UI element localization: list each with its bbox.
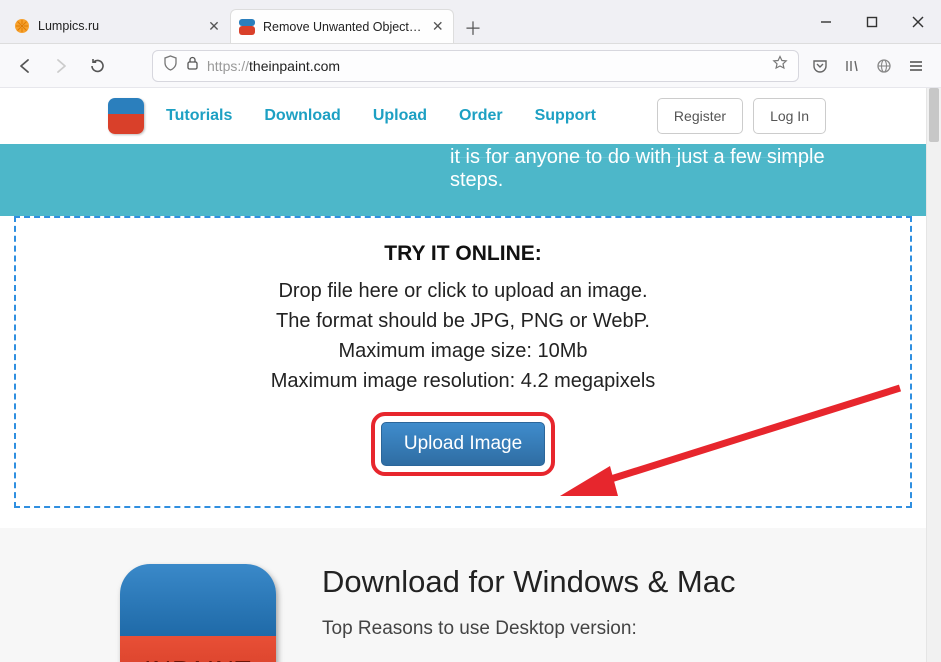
nav-upload[interactable]: Upload [373,107,427,125]
tab-lumpics[interactable]: Lumpics.ru ✕ [6,9,230,43]
scrollbar-thumb[interactable] [929,88,939,142]
main-nav: Tutorials Download Upload Order Support [166,107,596,125]
library-icon[interactable] [837,51,867,81]
feature-bullet: Higher restoration quality with better i… [348,658,818,662]
nav-support[interactable]: Support [535,107,596,125]
close-icon[interactable]: ✕ [430,19,445,35]
browser-tabstrip: Lumpics.ru ✕ Remove Unwanted Objects & F… [0,0,941,44]
logo-text: INPAINT [120,655,276,662]
dropzone-heading: TRY IT ONLINE: [26,242,900,266]
hero-banner-fragment: it is for anyone to do with just a few s… [0,144,926,216]
download-subheading: Top Reasons to use Desktop version: [322,618,818,640]
favicon-orange-icon [14,18,30,34]
hero-line-2: steps. [450,169,503,191]
download-heading: Download for Windows & Mac [322,564,818,600]
browser-toolbar: https://theinpaint.com [0,44,941,88]
new-tab-button[interactable]: ＋ [458,13,488,43]
reload-button[interactable] [82,51,112,81]
upload-button-highlight: Upload Image [371,412,555,476]
dropzone-line: The format should be JPG, PNG or WebP. [26,306,900,336]
upload-image-button[interactable]: Upload Image [381,422,545,466]
site-logo-icon[interactable] [108,98,144,134]
lock-icon[interactable] [186,56,199,76]
nav-order[interactable]: Order [459,107,503,125]
register-button[interactable]: Register [657,98,743,134]
url-bar[interactable]: https://theinpaint.com [152,50,799,82]
hamburger-menu-icon[interactable] [901,51,931,81]
vertical-scrollbar[interactable] [926,88,941,662]
forward-button[interactable] [46,51,76,81]
dropzone-line: Maximum image size: 10Mb [26,336,900,366]
nav-download[interactable]: Download [264,107,340,125]
window-controls [803,0,941,44]
close-icon[interactable]: ✕ [206,18,222,34]
bookmark-star-icon[interactable] [772,55,788,76]
tab-inpaint[interactable]: Remove Unwanted Objects & F ✕ [230,9,454,43]
shield-icon[interactable] [163,55,178,76]
globe-icon[interactable] [869,51,899,81]
login-button[interactable]: Log In [753,98,826,134]
tab-title: Lumpics.ru [38,19,198,33]
minimize-button[interactable] [803,0,849,44]
page-viewport: Tutorials Download Upload Order Support … [0,88,941,662]
back-button[interactable] [10,51,40,81]
favicon-inpaint-icon [239,19,255,35]
nav-tutorials[interactable]: Tutorials [166,107,232,125]
dropzone-line: Drop file here or click to upload an ima… [26,276,900,306]
inpaint-logo-large-icon: INPAINT [120,564,276,662]
upload-dropzone[interactable]: TRY IT ONLINE: Drop file here or click t… [14,216,912,508]
download-section: INPAINT Download for Windows & Mac Top R… [0,528,926,662]
pocket-icon[interactable] [805,51,835,81]
tab-title: Remove Unwanted Objects & F [263,20,422,34]
site-header: Tutorials Download Upload Order Support … [88,88,926,144]
dropzone-line: Maximum image resolution: 4.2 megapixels [26,366,900,396]
maximize-button[interactable] [849,0,895,44]
hero-line-1: it is for anyone to do with just a few s… [450,146,825,168]
url-text: https://theinpaint.com [207,58,764,74]
window-close-button[interactable] [895,0,941,44]
